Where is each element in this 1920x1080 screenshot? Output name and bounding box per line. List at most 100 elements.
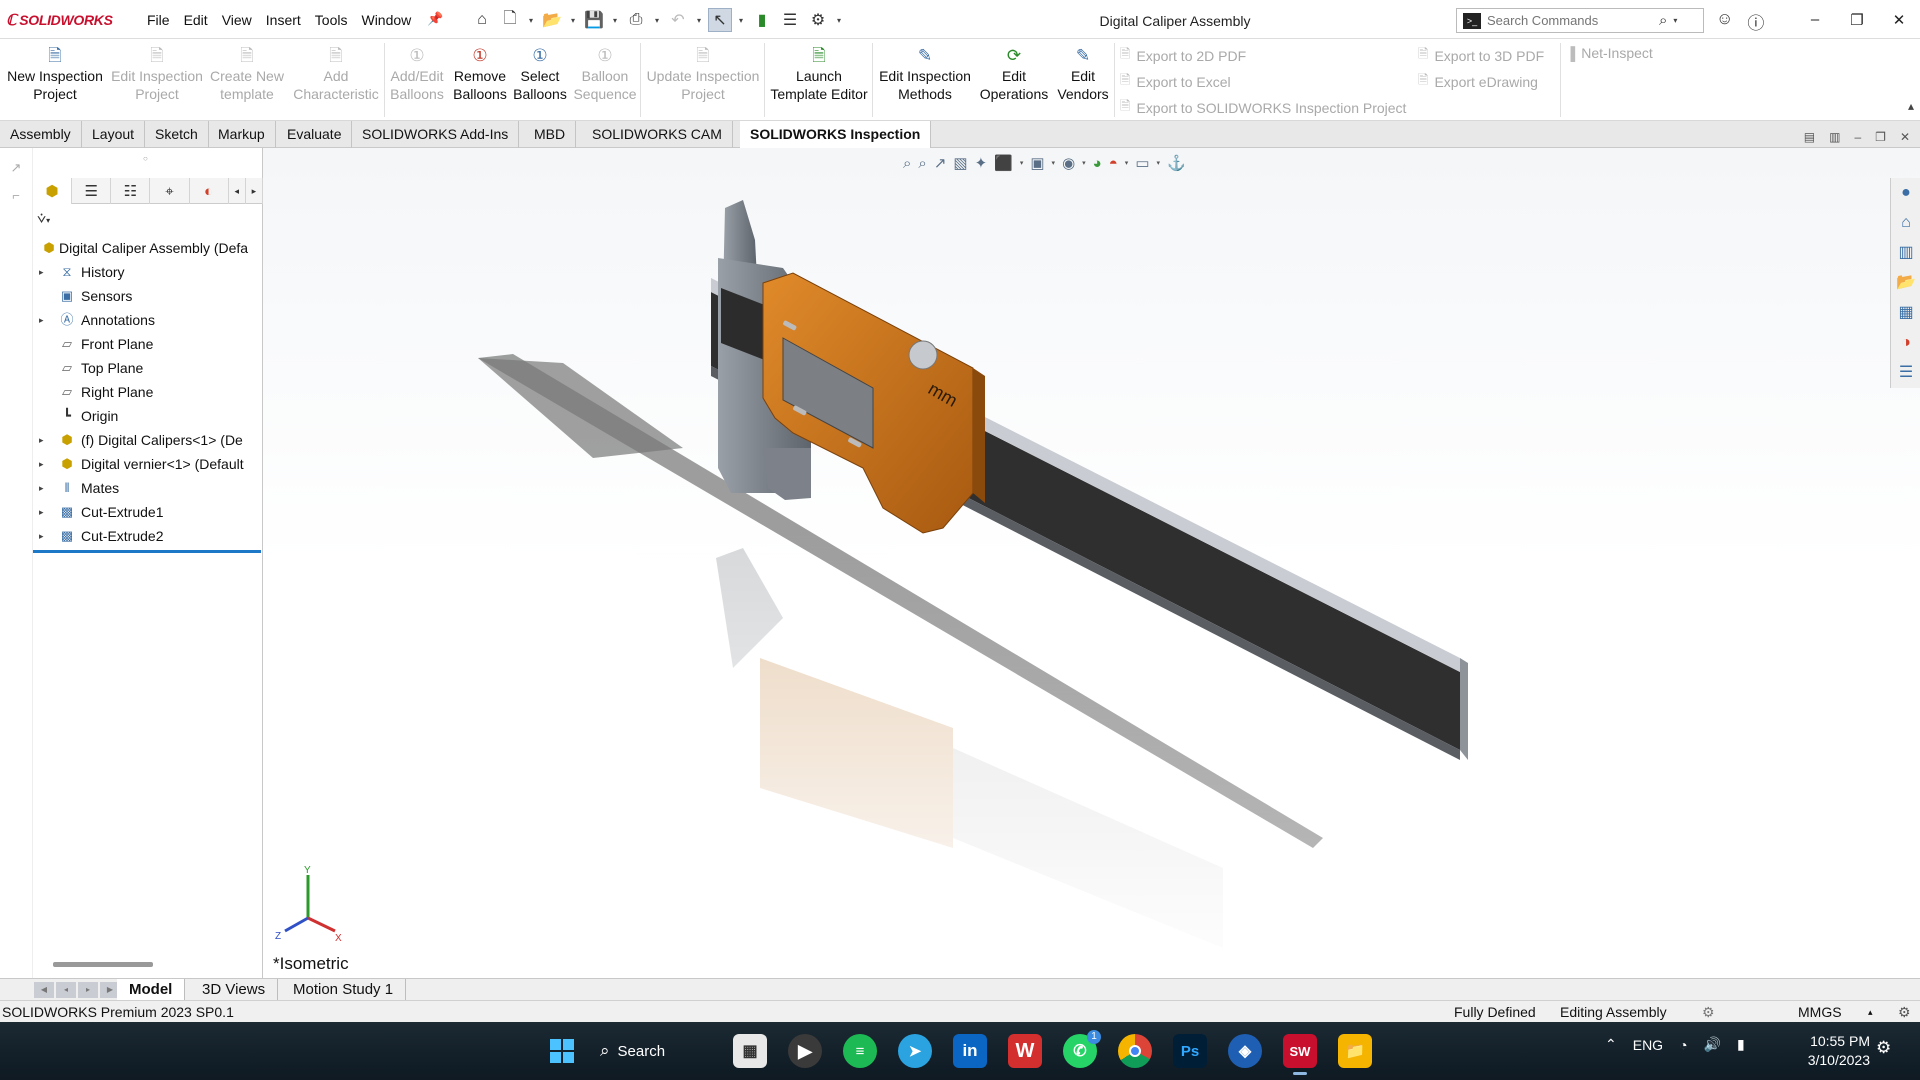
doc-close-icon[interactable]: ✕ [1900, 130, 1910, 144]
tab-motion-study-1[interactable]: Motion Study 1 [281, 979, 407, 1001]
solidworks-resources-icon[interactable]: ● [1891, 178, 1920, 208]
rollback-bar[interactable] [33, 550, 261, 553]
media-player-icon[interactable]: ▶ [788, 1034, 822, 1068]
new-document-icon[interactable]: 🗋 [498, 8, 522, 32]
pin-icon[interactable]: 📌 [427, 11, 443, 27]
appearances-icon[interactable]: ▦ [1891, 298, 1920, 328]
remove-balloons-button[interactable]: ① Remove Balloons [450, 45, 510, 115]
tree-item-digital-vernier[interactable]: ▸ ⬢ Digital vernier<1> (Default [33, 452, 263, 476]
photoshop-icon[interactable]: Ps [1173, 1034, 1207, 1068]
expand-arrow-icon[interactable]: ▸ [39, 260, 44, 284]
taskbar-search[interactable]: ⌕ Search [600, 1036, 665, 1066]
save-icon[interactable]: 💾 [582, 8, 606, 32]
restore-icon[interactable]: ❐ [1836, 0, 1878, 39]
wifi-icon[interactable]: ◔ [1679, 1037, 1687, 1053]
propertymanager-tab-icon[interactable]: ☰ [72, 178, 112, 204]
tab-solidworks-cam[interactable]: SOLIDWORKS CAM [582, 121, 733, 148]
collapse-ribbon-icon[interactable]: ▴ [1908, 99, 1914, 113]
search-dropdown-icon[interactable]: ▾ [1673, 16, 1677, 25]
file-explorer-icon[interactable]: ▥ [1891, 238, 1920, 268]
menu-tools[interactable]: Tools [308, 12, 355, 28]
panel-drag-handle-icon[interactable]: ○ [143, 154, 148, 163]
new-inspection-project-button[interactable]: 🗎 New Inspection Project [4, 45, 106, 115]
undo-icon[interactable]: ↶ [666, 8, 690, 32]
tree-item-root-assembly[interactable]: ⬢ Digital Caliper Assembly (Defa [33, 236, 263, 260]
tree-item-annotations[interactable]: ▸ Ⓐ Annotations [33, 308, 263, 332]
solidworks-taskbar-icon[interactable]: SW [1283, 1034, 1317, 1068]
doc-minimize-icon[interactable]: – [1854, 130, 1861, 144]
vpn-shield-icon[interactable]: ◈ [1228, 1034, 1262, 1068]
net-inspect-button[interactable]: ▐ Net-Inspect [1566, 45, 1653, 61]
notifications-icon[interactable]: ⚙ [1876, 1038, 1891, 1058]
panel-left-icon[interactable]: ▤ [1804, 130, 1815, 144]
export-edrawing-button[interactable]: 🗎 Export eDrawing [1418, 71, 1538, 93]
tab-markup[interactable]: Markup [208, 121, 276, 148]
add-edit-balloons-button[interactable]: ① Add/Edit Balloons [388, 45, 446, 115]
display-manager-tab-icon[interactable]: ◐ [190, 178, 229, 204]
select-balloons-button[interactable]: ① Select Balloons [512, 45, 568, 115]
featuremanager-tab-icon[interactable]: ⬢ [33, 178, 73, 204]
spotify-icon[interactable]: ≡ [843, 1034, 877, 1068]
add-characteristic-button[interactable]: 🗎 Add Characteristic [290, 45, 382, 115]
horizontal-scrollbar[interactable] [53, 962, 153, 967]
taskbar-clock[interactable]: 10:55 PM 3/10/2023 [1794, 1032, 1870, 1070]
help-icon[interactable]: ⓘ [1747, 9, 1764, 34]
configurationmanager-tab-icon[interactable]: ☷ [111, 178, 151, 204]
options-dropdown-icon[interactable]: ▾ [834, 8, 844, 32]
menu-insert[interactable]: Insert [259, 12, 308, 28]
home-icon[interactable]: ⌂ [470, 8, 494, 32]
volume-icon[interactable]: 🔊 [1704, 1036, 1721, 1053]
close-icon[interactable]: ✕ [1878, 0, 1920, 39]
show-hidden-icons-icon[interactable]: ⌃ [1605, 1036, 1617, 1053]
create-new-template-button[interactable]: 🗎 Create New template [208, 45, 286, 115]
wps-office-icon[interactable]: W [1008, 1034, 1042, 1068]
expand-arrow-icon[interactable]: ▸ [39, 308, 44, 332]
tree-item-sensors[interactable]: ▣ Sensors [33, 284, 263, 308]
minimize-icon[interactable]: – [1794, 0, 1836, 39]
unit-dropdown-icon[interactable]: ▴ [1868, 1001, 1873, 1023]
language-indicator[interactable]: ENG [1633, 1037, 1663, 1053]
prev-tab-icon[interactable]: ◂ [56, 982, 76, 998]
launch-template-editor-button[interactable]: 🗎 Launch Template Editor [768, 45, 870, 115]
first-tab-icon[interactable]: ◀ [34, 982, 54, 998]
update-inspection-project-button[interactable]: 🗎 Update Inspection Project [644, 45, 762, 115]
export-3d-pdf-button[interactable]: 🗎 Export to 3D PDF [1418, 45, 1544, 67]
next-tab-icon[interactable]: ▸ [78, 982, 98, 998]
solidworks-logo[interactable]: ℂ SOLIDWORKS [6, 11, 113, 29]
options-gear-icon[interactable]: ⚙ [806, 8, 830, 32]
tab-solidworks-inspection[interactable]: SOLIDWORKS Inspection [740, 121, 932, 149]
expand-arrow-icon[interactable]: ▸ [39, 452, 44, 476]
expand-arrow-icon[interactable]: ▸ [39, 476, 44, 500]
tree-item-right-plane[interactable]: ▱ Right Plane [33, 380, 263, 404]
select-dropdown-icon[interactable]: ▾ [736, 8, 746, 32]
file-explorer-taskbar-icon[interactable]: 📁 [1338, 1034, 1372, 1068]
new-dropdown-icon[interactable]: ▾ [526, 8, 536, 32]
design-library-icon[interactable]: ⌂ [1891, 208, 1920, 238]
customize-status-icon[interactable]: ⚙ [1898, 1001, 1911, 1023]
doc-restore-icon[interactable]: ❐ [1875, 130, 1886, 144]
filter-icon[interactable]: ⩒▾ [37, 210, 50, 227]
tree-item-cut-extrude1[interactable]: ▸ ▩ Cut-Extrude1 [33, 500, 263, 524]
microsoft-store-icon[interactable]: ▦ [733, 1034, 767, 1068]
tab-layout[interactable]: Layout [82, 121, 146, 148]
whatsapp-icon[interactable]: ✆ 1 [1063, 1030, 1101, 1068]
export-excel-button[interactable]: 🗎 Export to Excel [1120, 71, 1231, 93]
edit-inspection-project-button[interactable]: 🗎 Edit Inspection Project [108, 45, 206, 115]
battery-icon[interactable]: ▮ [1737, 1036, 1745, 1053]
user-account-icon[interactable]: ☺ [1716, 9, 1733, 34]
panel-right-icon[interactable]: ▥ [1829, 130, 1840, 144]
expand-arrow-icon[interactable]: ▸ [39, 428, 44, 452]
balloon-sequence-button[interactable]: ① Balloon Sequence [572, 45, 638, 115]
export-inspection-project-button[interactable]: 🗎 Export to SOLIDWORKS Inspection Project [1120, 97, 1406, 119]
open-dropdown-icon[interactable]: ▾ [568, 8, 578, 32]
tree-item-mates[interactable]: ▸ ‖ Mates [33, 476, 263, 500]
custom-properties-icon[interactable]: ☰ [1891, 358, 1920, 388]
menu-window[interactable]: Window [354, 12, 418, 28]
search-icon[interactable]: ⌕ [1659, 12, 1667, 29]
unit-system[interactable]: MMGS [1798, 1001, 1842, 1023]
tree-item-cut-extrude2[interactable]: ▸ ▩ Cut-Extrude2 [33, 524, 263, 548]
scenes-icon[interactable]: ◑ [1891, 328, 1920, 358]
save-dropdown-icon[interactable]: ▾ [610, 8, 620, 32]
edit-inspection-methods-button[interactable]: ✎ Edit Inspection Methods [876, 45, 974, 115]
view-palette-icon[interactable]: 📂 [1891, 268, 1920, 298]
